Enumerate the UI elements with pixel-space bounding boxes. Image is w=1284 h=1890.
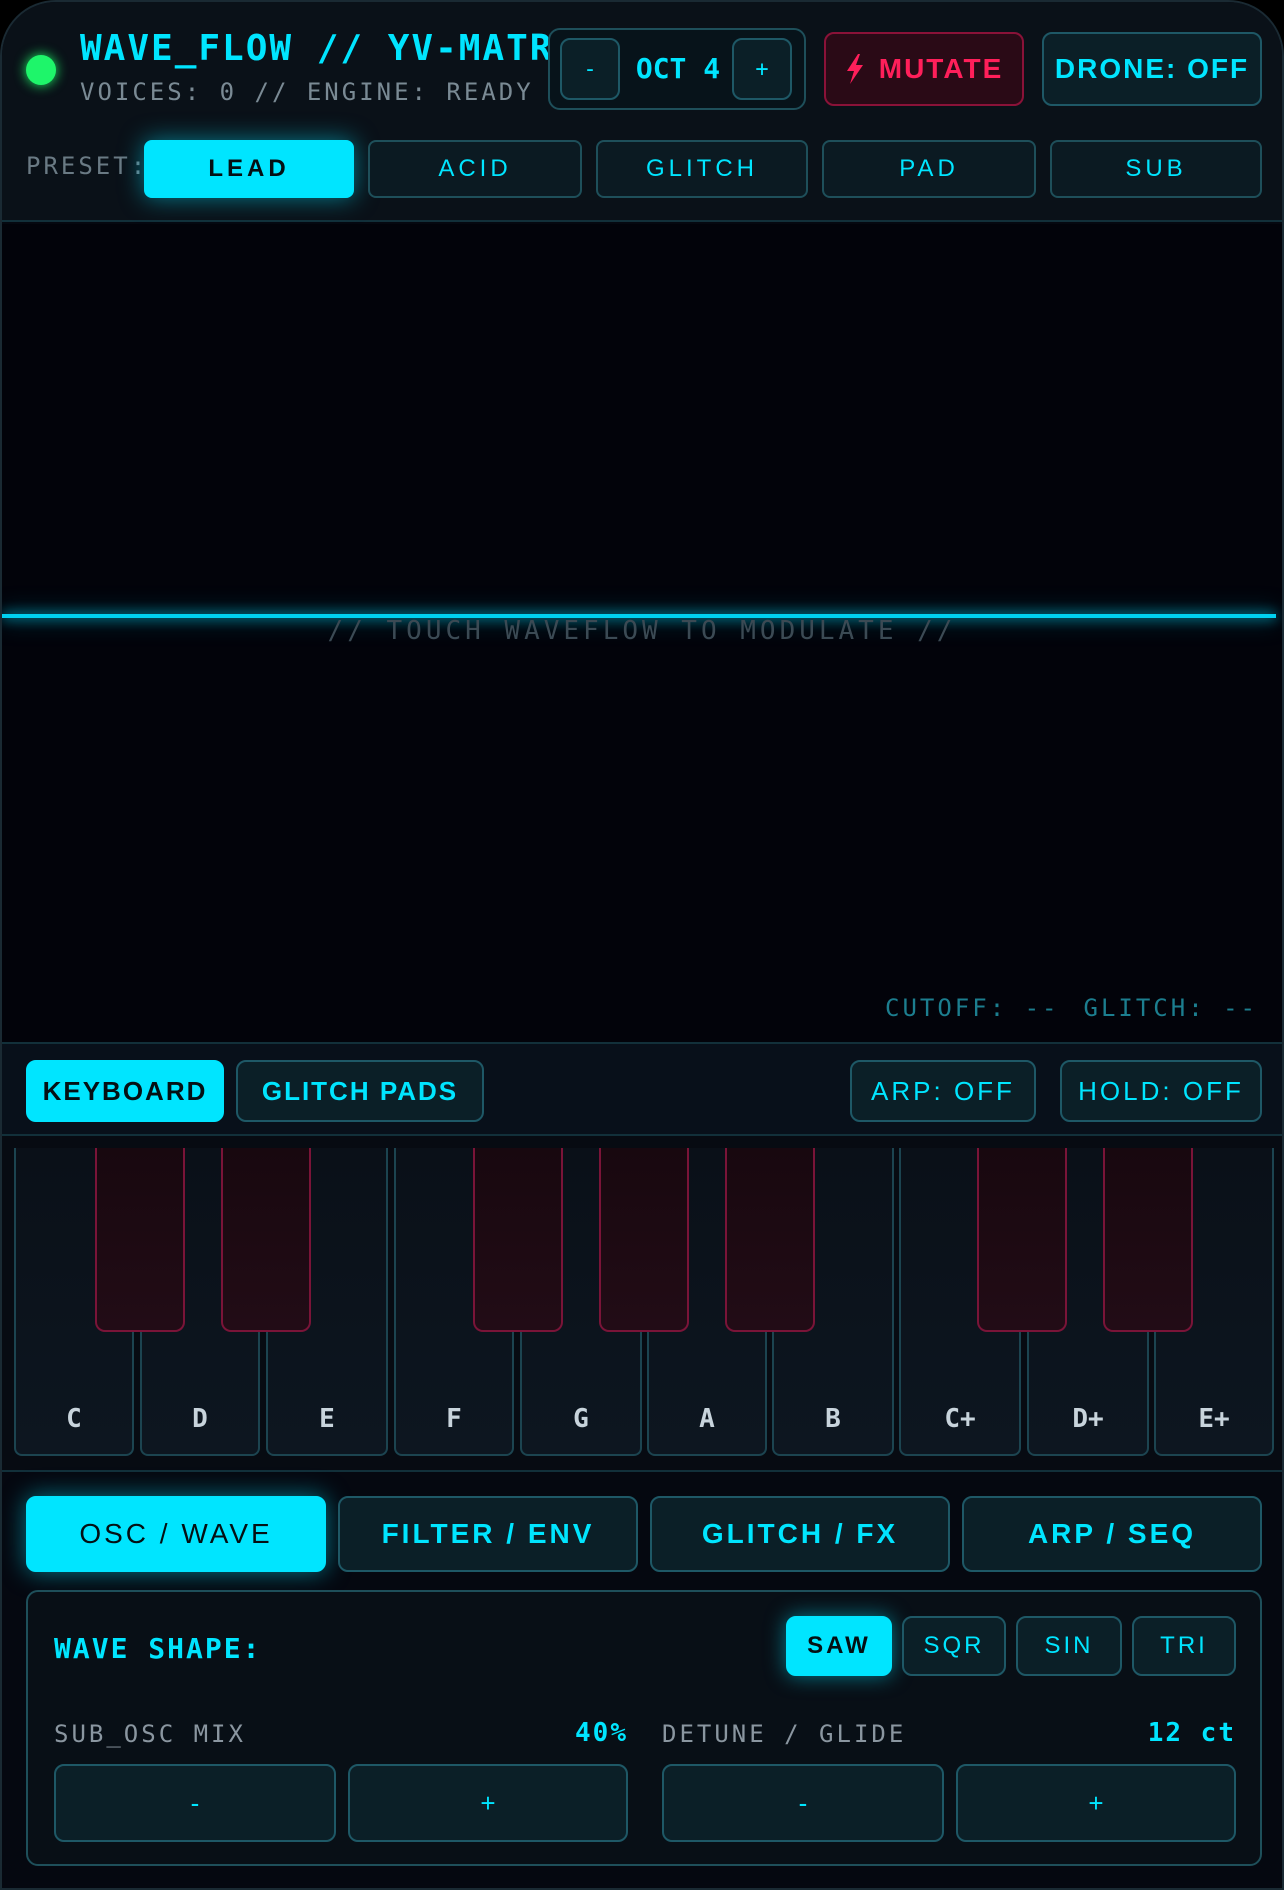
hold-toggle[interactable]: HOLD: OFF	[1060, 1060, 1262, 1122]
black-key[interactable]	[95, 1148, 185, 1332]
key-label: F	[446, 1404, 462, 1434]
key-label: D+	[1072, 1404, 1104, 1434]
preset-glitch[interactable]: GLITCH	[596, 140, 808, 198]
piano-keyboard: C D E F G A B C+ D+ E+	[2, 1136, 1282, 1472]
preset-acid[interactable]: ACID	[368, 140, 582, 198]
sub-osc-decrease-button[interactable]: -	[54, 1764, 336, 1842]
mutate-label: MUTATE	[878, 53, 1004, 84]
key-label: C+	[944, 1404, 976, 1434]
black-key[interactable]	[725, 1148, 815, 1332]
black-key[interactable]	[977, 1148, 1067, 1332]
tab-filter-env[interactable]: FILTER / ENV	[338, 1496, 638, 1572]
key-label: E	[319, 1404, 335, 1434]
detune-value: 12 ct	[1147, 1718, 1236, 1748]
preset-pad[interactable]: PAD	[822, 140, 1036, 198]
keyboard-mode-button[interactable]: KEYBOARD	[26, 1060, 224, 1122]
arp-toggle[interactable]: ARP: OFF	[850, 1060, 1036, 1122]
wave-shape-sqr[interactable]: SQR	[902, 1616, 1006, 1676]
mode-bar: KEYBOARD GLITCH PADS ARP: OFF HOLD: OFF	[2, 1042, 1282, 1136]
preset-label: PRESET:	[26, 152, 149, 180]
mutate-button[interactable]: MUTATE	[824, 32, 1024, 106]
key-label: E+	[1198, 1404, 1230, 1434]
modulation-readout: CUTOFF: -- GLITCH: --	[885, 994, 1258, 1022]
key-label: B	[825, 1404, 841, 1434]
waveflow-touch-area[interactable]: // TOUCH WAVEFLOW TO MODULATE // CUTOFF:…	[2, 224, 1282, 1042]
preset-sub[interactable]: SUB	[1050, 140, 1262, 198]
cutoff-readout: CUTOFF: --	[885, 994, 1060, 1022]
tab-osc-wave[interactable]: OSC / WAVE	[26, 1496, 326, 1572]
sub-osc-value: 40%	[575, 1718, 628, 1748]
detune-label: DETUNE / GLIDE	[662, 1720, 907, 1748]
octave-control: - OCT 4 +	[548, 28, 806, 110]
octave-up-button[interactable]: +	[732, 38, 792, 100]
synth-app: WAVE_FLOW // YV-MATRIX VOICES: 0 // ENGI…	[0, 0, 1284, 1890]
panel-tabs: OSC / WAVE FILTER / ENV GLITCH / FX ARP …	[2, 1474, 1282, 1584]
app-title: WAVE_FLOW // YV-MATRIX	[80, 28, 601, 69]
key-label: C	[66, 1404, 82, 1434]
tab-glitch-fx[interactable]: GLITCH / FX	[650, 1496, 950, 1572]
black-key[interactable]	[599, 1148, 689, 1332]
black-key[interactable]	[221, 1148, 311, 1332]
black-key[interactable]	[473, 1148, 563, 1332]
key-label: G	[573, 1404, 589, 1434]
detune-decrease-button[interactable]: -	[662, 1764, 944, 1842]
black-key[interactable]	[1103, 1148, 1193, 1332]
drone-toggle[interactable]: DRONE: OFF	[1042, 32, 1262, 106]
wave-shape-sin[interactable]: SIN	[1016, 1616, 1122, 1676]
top-bar: WAVE_FLOW // YV-MATRIX VOICES: 0 // ENGI…	[2, 2, 1282, 222]
waveflow-hint: // TOUCH WAVEFLOW TO MODULATE //	[327, 616, 957, 646]
preset-lead[interactable]: LEAD	[144, 140, 354, 198]
sub-osc-label: SUB_OSC MIX	[54, 1720, 246, 1748]
wave-shape-tri[interactable]: TRI	[1132, 1616, 1236, 1676]
glitch-readout: GLITCH: --	[1083, 994, 1258, 1022]
engine-status-text: VOICES: 0 // ENGINE: READY	[80, 78, 534, 106]
engine-status-indicator	[26, 55, 56, 85]
osc-wave-panel: WAVE SHAPE: SAW SQR SIN TRI SUB_OSC MIX …	[26, 1590, 1262, 1866]
lightning-icon	[846, 54, 863, 84]
sub-osc-increase-button[interactable]: +	[348, 1764, 628, 1842]
tab-arp-seq[interactable]: ARP / SEQ	[962, 1496, 1262, 1572]
glitch-pads-mode-button[interactable]: GLITCH PADS	[236, 1060, 484, 1122]
octave-down-button[interactable]: -	[560, 38, 620, 100]
detune-increase-button[interactable]: +	[956, 1764, 1236, 1842]
key-label: A	[699, 1404, 715, 1434]
wave-shape-saw[interactable]: SAW	[786, 1616, 892, 1676]
wave-shape-label: WAVE SHAPE:	[54, 1632, 262, 1665]
octave-label: OCT 4	[635, 52, 721, 85]
key-label: D	[192, 1404, 208, 1434]
